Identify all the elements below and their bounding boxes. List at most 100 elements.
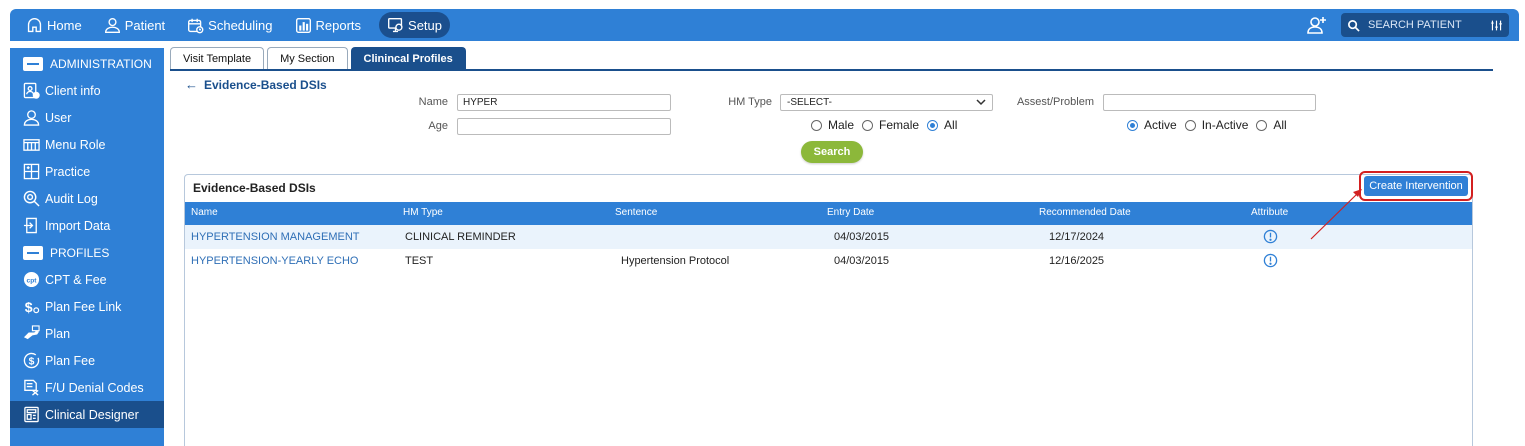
assess-problem-input[interactable] — [1103, 94, 1316, 111]
status-active-radio[interactable]: Active — [1127, 118, 1177, 132]
row-entry-date: 04/03/2015 — [834, 231, 890, 243]
home-icon — [27, 17, 42, 32]
column-header-name[interactable]: Name — [191, 207, 218, 218]
nav-setup[interactable]: Setup — [379, 12, 451, 38]
radio-circle — [1184, 119, 1196, 131]
sidebar-item-menu-role[interactable]: Menu Role — [10, 131, 164, 158]
chevron-down-icon — [976, 99, 986, 106]
age-input[interactable] — [457, 118, 671, 135]
sidebar-item-audit-log[interactable]: Audit Log — [10, 185, 164, 212]
top-navigation-bar: Home Patient Scheduling Reports Setup — [10, 9, 1519, 41]
tab-visit-template[interactable]: Visit Template — [170, 47, 265, 70]
status-all-radio[interactable]: All — [1256, 118, 1287, 132]
column-header-recommended-date[interactable]: Recommended Date — [1039, 207, 1131, 218]
row-hm-type: TEST — [405, 255, 434, 267]
sidebar-item-user[interactable]: User — [10, 104, 164, 131]
page-title: Evidence-Based DSIs — [204, 77, 327, 92]
assess-problem-label: Assest/Problem — [1016, 96, 1094, 108]
folder-icon — [23, 56, 43, 71]
monitor-gear-icon — [388, 17, 403, 32]
nav-scheduling[interactable]: Scheduling — [183, 12, 276, 38]
dollar-link-icon: $ — [25, 300, 40, 315]
radio-label: All — [1273, 118, 1287, 132]
sidebar-item-label: Client info — [45, 83, 101, 98]
svg-text:$: $ — [25, 300, 33, 315]
sidebar-item-import-data[interactable]: Import Data — [10, 212, 164, 239]
nav-scheduling-label: Scheduling — [208, 17, 273, 33]
nav-reports[interactable]: Reports — [291, 12, 366, 38]
sidebar-item-clinical-designer[interactable]: Clinical Designer — [10, 401, 164, 428]
column-header-entry-date[interactable]: Entry Date — [827, 207, 874, 218]
gender-male-radio[interactable]: Male — [811, 118, 854, 132]
audit-search-icon — [23, 190, 40, 207]
search-icon — [1348, 19, 1360, 32]
user-icon — [23, 110, 40, 126]
nav-setup-label: Setup — [408, 17, 443, 33]
sidebar-item-client-info[interactable]: Client info — [10, 77, 164, 104]
nav-home-label: Home — [47, 17, 82, 33]
create-intervention-button[interactable]: Create Intervention — [1364, 176, 1468, 196]
gender-all-radio[interactable]: All — [927, 118, 957, 132]
row-name-link[interactable]: HYPERTENSION-YEARLY ECHO — [191, 255, 359, 267]
radio-circle — [1256, 119, 1268, 131]
add-user-icon[interactable] — [1307, 15, 1327, 35]
sidebar-item-label: Practice — [45, 164, 91, 179]
results-title: Evidence-Based DSIs — [193, 181, 316, 195]
sidebar-section-administration: ADMINISTRATION — [10, 50, 164, 77]
column-header-attribute[interactable]: Attribute — [1251, 207, 1288, 218]
table-row[interactable]: HYPERTENSION-YEARLY ECHO TEST Hypertensi… — [185, 249, 1472, 273]
filter-sliders-icon[interactable] — [1490, 19, 1503, 32]
row-recommended-date: 12/17/2024 — [1049, 231, 1105, 243]
sidebar-item-cpt-fee[interactable]: cpt CPT & Fee — [10, 266, 164, 293]
name-input[interactable] — [457, 94, 671, 111]
sidebar-item-label: Audit Log — [45, 191, 98, 206]
sidebar-item-plan[interactable]: Plan — [10, 320, 164, 347]
back-link[interactable]: ← Evidence-Based DSIs — [185, 77, 327, 92]
clinical-designer-icon — [24, 406, 39, 423]
table-row[interactable]: HYPERTENSION MANAGEMENT CLINICAL REMINDE… — [185, 225, 1472, 249]
row-name-link[interactable]: HYPERTENSION MANAGEMENT — [191, 231, 360, 243]
status-inactive-radio[interactable]: In-Active — [1184, 118, 1248, 132]
hm-type-label: HM Type — [728, 96, 772, 108]
sidebar-item-label: Menu Role — [45, 137, 106, 152]
sidebar-item-plan-fee-link[interactable]: $ Plan Fee Link — [10, 293, 164, 320]
sidebar-item-practice[interactable]: Practice — [10, 158, 164, 185]
search-button[interactable]: Search — [801, 141, 863, 163]
column-header-sentence[interactable]: Sentence — [615, 207, 657, 218]
sidebar-item-label: Plan — [45, 326, 71, 341]
highlight-box: Create Intervention — [1359, 171, 1473, 201]
radio-circle-selected — [1127, 119, 1138, 131]
row-recommended-date: 12/16/2025 — [1049, 255, 1105, 267]
person-icon — [104, 17, 120, 33]
sidebar-item-label: Import Data — [45, 218, 111, 233]
radio-label: Active — [1144, 118, 1177, 132]
gender-female-radio[interactable]: Female — [862, 118, 919, 132]
age-label: Age — [428, 120, 448, 132]
practice-icon — [23, 163, 40, 180]
hm-type-select[interactable]: -SELECT- — [780, 94, 993, 111]
denial-document-icon — [24, 379, 39, 396]
sidebar-item-label: Clinical Designer — [45, 407, 139, 422]
sidebar-item-label: Plan Fee — [45, 353, 96, 368]
tab-my-section[interactable]: My Section — [267, 47, 348, 70]
sidebar-section-title: PROFILES — [50, 245, 110, 260]
column-header-hm-type[interactable]: HM Type — [403, 207, 443, 218]
calendar-icon — [188, 18, 204, 33]
info-icon[interactable] — [1263, 229, 1278, 244]
tab-clinical-profiles[interactable]: Clinincal Profiles — [350, 47, 466, 70]
info-icon[interactable] — [1263, 253, 1278, 268]
nav-home[interactable]: Home — [22, 12, 86, 38]
gender-radio-group: Male Female All — [811, 118, 965, 132]
radio-label: Female — [879, 118, 920, 132]
sidebar-section-title: ADMINISTRATION — [50, 56, 152, 71]
menu-role-icon — [23, 139, 40, 151]
sidebar-item-label: F/U Denial Codes — [45, 380, 144, 395]
patient-search-box — [1341, 13, 1509, 37]
patient-search-input[interactable] — [1368, 19, 1486, 31]
topbar-actions — [1307, 9, 1509, 41]
sidebar-item-plan-fee[interactable]: $ Plan Fee — [10, 347, 164, 374]
sidebar-item-fu-denial-codes[interactable]: F/U Denial Codes — [10, 374, 164, 401]
import-icon — [23, 217, 37, 234]
nav-patient[interactable]: Patient — [100, 12, 169, 38]
svg-text:$: $ — [29, 356, 35, 367]
